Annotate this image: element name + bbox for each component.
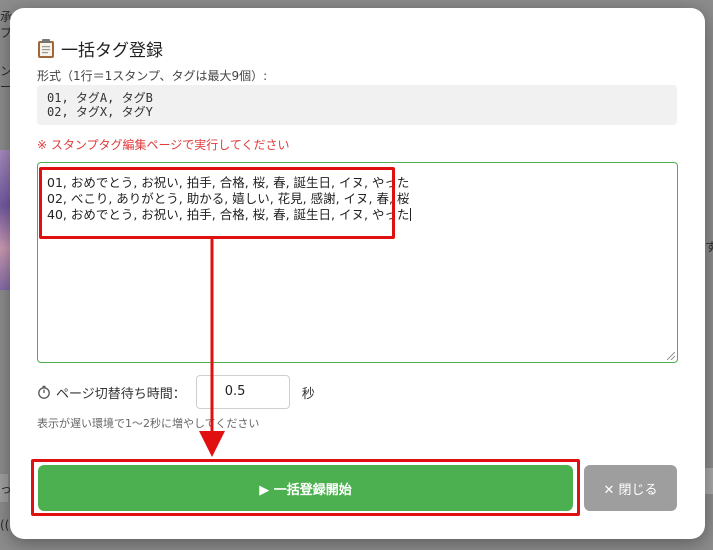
modal-title-text: 一括タグ登録	[61, 41, 163, 61]
text-caret	[410, 208, 412, 221]
stopwatch-icon	[38, 385, 50, 399]
bg-right-box	[705, 468, 713, 494]
wait-time-hint: 表示が遅い環境で1〜2秒に増やしてください	[37, 417, 260, 430]
textarea-resize-handle[interactable]	[667, 352, 675, 360]
example-line-1: 01, タグA, タグB	[47, 91, 153, 105]
wait-time-row: ページ切替待ち時間： 0.5 秒	[37, 375, 315, 409]
clipboard-icon	[38, 39, 54, 58]
format-example: 01, タグA, タグB 02, タグX, タグY	[37, 85, 677, 125]
annotation-arrow-head	[199, 431, 225, 457]
wait-time-unit: 秒	[301, 386, 315, 402]
annotation-box-textarea	[39, 167, 395, 239]
bg-text-right: す	[705, 240, 713, 254]
bg-text-bottom-b: ((	[0, 518, 10, 532]
bulk-tag-modal: 一括タグ登録 形式（1行＝1スタンプ、タグは最大9個）: 01, タグA, タグ…	[10, 8, 705, 539]
warning-text: ※ スタンプタグ編集ページで実行してください	[37, 138, 290, 152]
modal-title: 一括タグ登録	[37, 36, 163, 61]
close-button[interactable]: ✕ 閉じる	[584, 465, 677, 511]
wait-time-label: ページ切替待ち時間：	[56, 386, 186, 402]
format-label: 形式（1行＝1スタンプ、タグは最大9個）:	[37, 69, 268, 83]
annotation-box-start-button	[31, 459, 580, 516]
example-line-2: 02, タグX, タグY	[47, 105, 153, 119]
wait-time-input[interactable]: 0.5	[195, 375, 290, 409]
